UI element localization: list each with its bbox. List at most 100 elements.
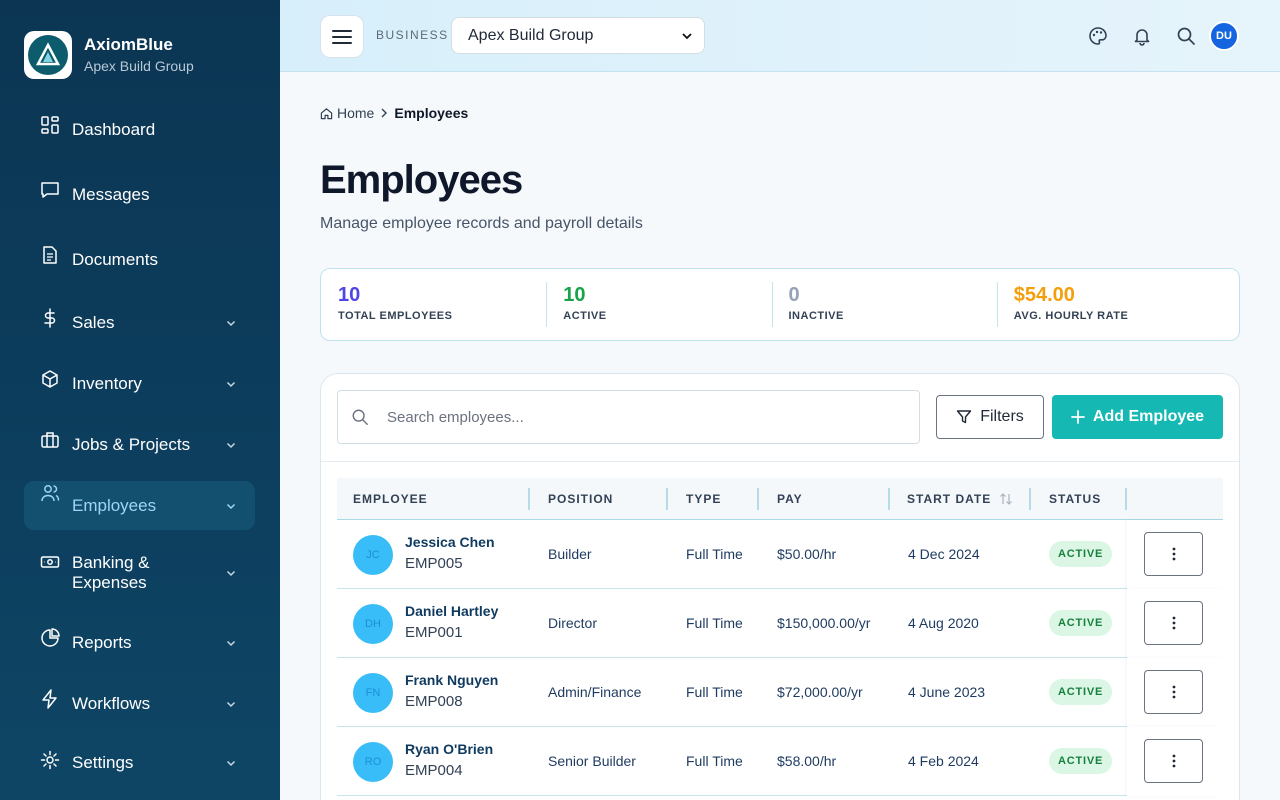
employee-name[interactable]: Frank Nguyen [405, 672, 498, 688]
sidebar-item-label: Banking & Expenses [72, 553, 150, 592]
sidebar-item-label: Employees [72, 495, 157, 515]
row-actions-button[interactable] [1144, 739, 1203, 783]
sidebar-item-messages[interactable]: Messages [24, 178, 255, 212]
business-select[interactable]: Apex Build Group [451, 17, 705, 54]
brand-name: AxiomBlue [84, 35, 173, 54]
filters-button[interactable]: Filters [936, 395, 1044, 439]
employee-type: Full Time [686, 546, 743, 562]
brand-subtitle: Apex Build Group [84, 58, 194, 74]
employee-avatar: JC [353, 535, 393, 575]
sidebar-item-settings[interactable]: Settings [24, 748, 255, 778]
row-actions-button[interactable] [1144, 601, 1203, 645]
sidebar-item-reports[interactable]: Reports [24, 626, 255, 660]
breadcrumb-current: Employees [394, 105, 469, 121]
bell-icon[interactable] [1132, 26, 1152, 46]
column-header-position[interactable]: POSITION [548, 478, 613, 520]
row-actions [1127, 658, 1223, 727]
chevron-down-icon [682, 32, 692, 39]
sidebar-item-workflows[interactable]: Workflows [24, 687, 255, 721]
row-actions [1127, 520, 1223, 589]
employees-table: EMPLOYEE POSITION TYPE PAY START DATE STATUS … [337, 478, 1223, 796]
sidebar-item-label: Inventory [72, 374, 142, 393]
stat-label: INACTIVE [788, 310, 844, 322]
column-resize-handle[interactable] [1029, 488, 1031, 510]
employee-start-date: 4 Feb 2024 [908, 753, 979, 769]
sort-icon[interactable] [999, 492, 1013, 506]
column-header-pay[interactable]: PAY [777, 478, 803, 520]
stat-label: ACTIVE [563, 310, 607, 322]
employee-pay: $150,000.00/yr [777, 615, 871, 631]
table-row[interactable]: JC Jessica Chen EMP005 Builder Full Time $50.… [337, 520, 1223, 589]
employee-name[interactable]: Ryan O'Brien [405, 741, 493, 757]
row-actions [1127, 589, 1223, 658]
plus-icon [1071, 410, 1085, 424]
employee-avatar: DH [353, 604, 393, 644]
sidebar-item-documents[interactable]: Documents [24, 243, 255, 277]
row-actions-button[interactable] [1144, 670, 1203, 714]
employee-status: ACTIVE [1049, 658, 1113, 726]
column-header-start-date[interactable]: START DATE [907, 478, 1013, 520]
employee-position: Senior Builder [548, 753, 636, 769]
breadcrumb-home[interactable]: Home [337, 105, 374, 121]
sidebar-item-label: Documents [72, 250, 158, 269]
column-resize-handle[interactable] [528, 488, 530, 510]
employee-status: ACTIVE [1049, 589, 1113, 657]
menu-toggle-button[interactable] [320, 15, 364, 58]
employee-type: Full Time [686, 684, 743, 700]
add-employee-label: Add Employee [1092, 408, 1205, 425]
sidebar-item-label: Sales [72, 313, 115, 332]
column-header-status[interactable]: STATUS [1049, 478, 1101, 520]
table-body: JC Jessica Chen EMP005 Builder Full Time $50.… [337, 520, 1223, 796]
breadcrumb: Home Employees [320, 105, 468, 121]
stat-value: 10 [338, 284, 361, 306]
more-vertical-icon [1172, 547, 1175, 561]
dollar-icon [44, 308, 56, 328]
column-resize-handle[interactable] [888, 488, 890, 510]
sidebar-item-sales[interactable]: Sales [24, 306, 255, 340]
table-row[interactable]: DH Daniel Hartley EMP001 Director Full Time $… [337, 589, 1223, 658]
document-icon [43, 246, 57, 264]
sidebar-item-jobs-projects[interactable]: Jobs & Projects [24, 428, 255, 462]
search-input[interactable] [387, 408, 887, 426]
column-header-label: TYPE [686, 492, 722, 506]
add-employee-button[interactable]: Add Employee [1052, 395, 1223, 439]
employee-name[interactable]: Daniel Hartley [405, 603, 498, 619]
column-header-employee[interactable]: EMPLOYEE [353, 478, 428, 520]
column-header-type[interactable]: TYPE [686, 478, 721, 520]
chevron-down-icon [226, 570, 236, 577]
user-avatar[interactable]: DU [1209, 21, 1239, 51]
search-icon [352, 409, 368, 425]
table-header: EMPLOYEE POSITION TYPE PAY START DATE STATUS [337, 478, 1223, 520]
column-header-label: STATUS [1049, 492, 1102, 506]
palette-icon[interactable] [1088, 26, 1108, 46]
employee-id: EMP001 [405, 624, 463, 641]
column-header-label: PAY [777, 492, 803, 506]
search-icon[interactable] [1176, 26, 1196, 46]
sidebar-item-inventory[interactable]: Inventory [24, 367, 255, 401]
row-actions-button[interactable] [1144, 532, 1203, 576]
employee-status: ACTIVE [1049, 727, 1113, 795]
employee-pay: $72,000.00/yr [777, 684, 863, 700]
sidebar-item-banking-expenses[interactable]: Banking & Expenses [24, 550, 255, 596]
employee-type: Full Time [686, 753, 743, 769]
table-row[interactable]: RO Ryan O'Brien EMP004 Senior Builder Full T… [337, 727, 1223, 796]
hamburger-icon [332, 29, 352, 44]
sidebar-item-label: Dashboard [72, 120, 156, 139]
employees-card: Filters Add Employee EMPLOYEE POSITION TYP… [320, 373, 1240, 800]
column-resize-handle[interactable] [1125, 488, 1127, 510]
sidebar-item-employees[interactable]: Employees [24, 481, 255, 530]
column-header-label: START DATE [907, 492, 992, 506]
table-row[interactable]: FN Frank Nguyen EMP008 Admin/Finance Full Ti… [337, 658, 1223, 727]
filters-label: Filters [980, 408, 1024, 425]
employee-start-date: 4 Aug 2020 [908, 615, 979, 631]
brand[interactable]: AxiomBlue Apex Build Group [24, 31, 194, 79]
stat-active: 10 ACTIVE [546, 282, 771, 327]
sidebar-item-dashboard[interactable]: Dashboard [24, 113, 255, 147]
column-resize-handle[interactable] [666, 488, 668, 510]
employee-name[interactable]: Jessica Chen [405, 534, 495, 550]
column-resize-handle[interactable] [757, 488, 759, 510]
status-badge: ACTIVE [1049, 679, 1113, 705]
chevron-down-icon [226, 320, 236, 327]
search-box[interactable] [337, 390, 920, 444]
pie-chart-icon [41, 628, 60, 647]
